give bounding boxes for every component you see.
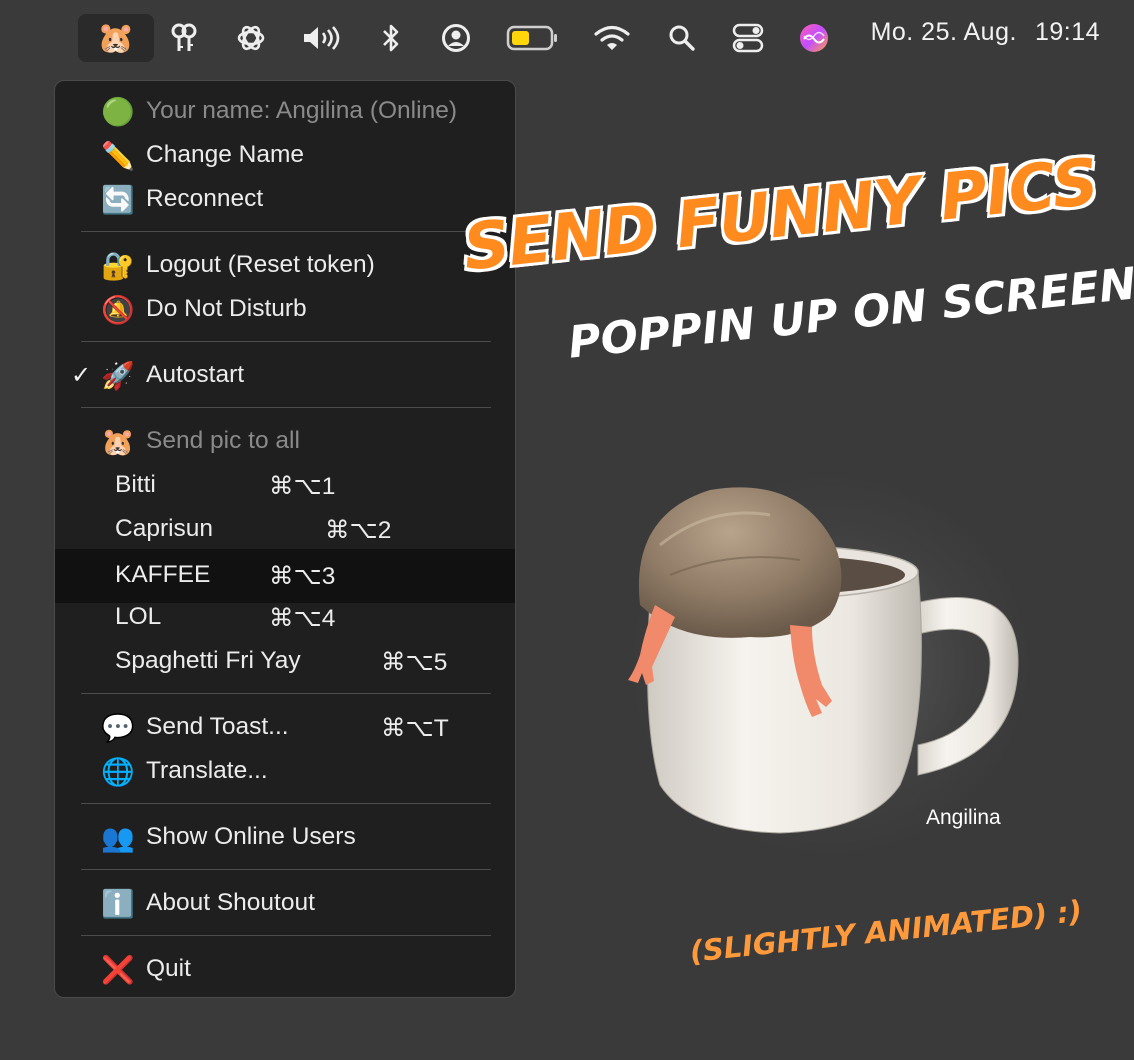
keychain-icon[interactable]: [166, 14, 202, 62]
menu-item-label: Send pic to all: [146, 427, 300, 454]
menu-item-pic-bitti[interactable]: Bitti ⌘⌥1: [55, 463, 515, 507]
globe-icon: 🌐: [101, 757, 135, 787]
search-icon[interactable]: [664, 14, 700, 62]
menu-separator: [81, 803, 491, 804]
menu-item-send-toast[interactable]: 💬 Send Toast... ⌘⌥T: [55, 705, 515, 749]
menu-header-send-pic: 🐹 Send pic to all: [55, 419, 515, 463]
menu-item-label: Send Toast...: [146, 713, 289, 740]
menu-item-label: Quit: [146, 955, 191, 982]
menu-item-logout[interactable]: 🔐 Logout (Reset token): [55, 243, 515, 287]
clock-date: Mo. 25. Aug.: [870, 18, 1017, 46]
pencil-icon: ✏️: [101, 141, 135, 171]
menu-separator: [81, 231, 491, 232]
info-icon: ℹ️: [101, 889, 135, 919]
menu-item-label: Reconnect: [146, 185, 264, 212]
speech-bubble-icon: 💬: [101, 713, 135, 743]
menu-item-label: Do Not Disturb: [146, 295, 307, 322]
promo-headline: Send funny pics: [458, 144, 1102, 287]
online-status-icon: 🟢: [101, 97, 135, 127]
keyboard-shortcut: ⌘⌥1: [269, 473, 336, 500]
menu-separator: [81, 935, 491, 936]
refresh-icon: 🔄: [101, 185, 135, 215]
keyboard-shortcut: ⌘⌥4: [269, 605, 336, 632]
menu-item-autostart[interactable]: ✓ 🚀 Autostart: [55, 353, 515, 397]
bell-muted-icon: 🔕: [101, 295, 135, 325]
menu-item-label: Change Name: [146, 141, 304, 168]
popup-picture: [600, 455, 1040, 855]
openai-icon[interactable]: [232, 14, 270, 62]
promo-note: (slightly animated) :): [688, 893, 1084, 969]
menu-item-label: Bitti: [115, 471, 156, 498]
menu-item-pic-lol[interactable]: LOL ⌘⌥4: [55, 595, 515, 639]
hamster-icon: 🐹: [101, 427, 135, 457]
menu-item-show-online-users[interactable]: 👥 Show Online Users: [55, 815, 515, 859]
menu-item-quit[interactable]: ❌ Quit: [55, 947, 515, 991]
menu-item-change-name[interactable]: ✏️ Change Name: [55, 133, 515, 177]
keyboard-shortcut: ⌘⌥3: [269, 563, 336, 590]
menu-item-translate[interactable]: 🌐 Translate...: [55, 749, 515, 793]
menu-item-label: Show Online Users: [146, 823, 356, 850]
menu-separator: [81, 869, 491, 870]
menu-item-about[interactable]: ℹ️ About Shoutout: [55, 881, 515, 925]
hamster-in-cup-image: [628, 487, 1019, 834]
menu-item-do-not-disturb[interactable]: 🔕 Do Not Disturb: [55, 287, 515, 331]
user-circle-icon[interactable]: [438, 14, 474, 62]
menu-item-pic-spaghetti[interactable]: Spaghetti Fri Yay ⌘⌥5: [55, 639, 515, 683]
menu-separator: [81, 407, 491, 408]
control-center-icon[interactable]: [728, 14, 768, 62]
close-icon: ❌: [101, 955, 135, 985]
volume-icon[interactable]: [300, 14, 344, 62]
app-menu-extra-hamster[interactable]: 🐹: [78, 14, 154, 62]
menu-item-label: About Shoutout: [146, 889, 315, 916]
menu-item-reconnect[interactable]: 🔄 Reconnect: [55, 177, 515, 221]
menu-item-label: Logout (Reset token): [146, 251, 375, 278]
lock-key-icon: 🔐: [101, 251, 135, 281]
menu-separator: [81, 341, 491, 342]
hamster-icon: 🐹: [97, 21, 135, 55]
app-dropdown-menu: 🟢 Your name: Angilina (Online) ✏️ Change…: [54, 80, 516, 998]
wifi-icon[interactable]: [592, 14, 632, 62]
menu-item-label: LOL: [115, 603, 162, 630]
bluetooth-icon[interactable]: [376, 14, 406, 62]
menu-item-pic-caprisun[interactable]: Caprisun ⌘⌥2: [55, 507, 515, 551]
promo-subline: Poppin up on screen: [566, 258, 1134, 369]
clock-time: 19:14: [1034, 18, 1100, 46]
siri-icon[interactable]: [794, 14, 834, 62]
menu-item-status: 🟢 Your name: Angilina (Online): [55, 89, 515, 133]
popup-sender-name: Angilina: [926, 806, 1001, 829]
keyboard-shortcut: ⌘⌥T: [381, 715, 449, 742]
checkmark-icon: ✓: [71, 362, 92, 389]
menu-bar: 🐹 Mo. 25. Aug. 19:14: [0, 0, 1134, 76]
menu-item-label: KAFFEE: [115, 561, 211, 588]
keyboard-shortcut: ⌘⌥2: [325, 517, 392, 544]
clock[interactable]: Mo. 25. Aug. 19:14: [871, 18, 1100, 47]
users-icon: 👥: [101, 823, 135, 853]
menu-item-label: Spaghetti Fri Yay: [115, 647, 301, 674]
menu-item-label: Autostart: [146, 361, 245, 388]
menu-item-label: Your name: Angilina (Online): [146, 97, 457, 124]
rocket-icon: 🚀: [101, 361, 135, 391]
keyboard-shortcut: ⌘⌥5: [381, 649, 448, 676]
menu-item-label: Translate...: [146, 757, 268, 784]
menu-separator: [81, 693, 491, 694]
menu-item-label: Caprisun: [115, 515, 214, 542]
battery-icon[interactable]: [504, 14, 560, 62]
